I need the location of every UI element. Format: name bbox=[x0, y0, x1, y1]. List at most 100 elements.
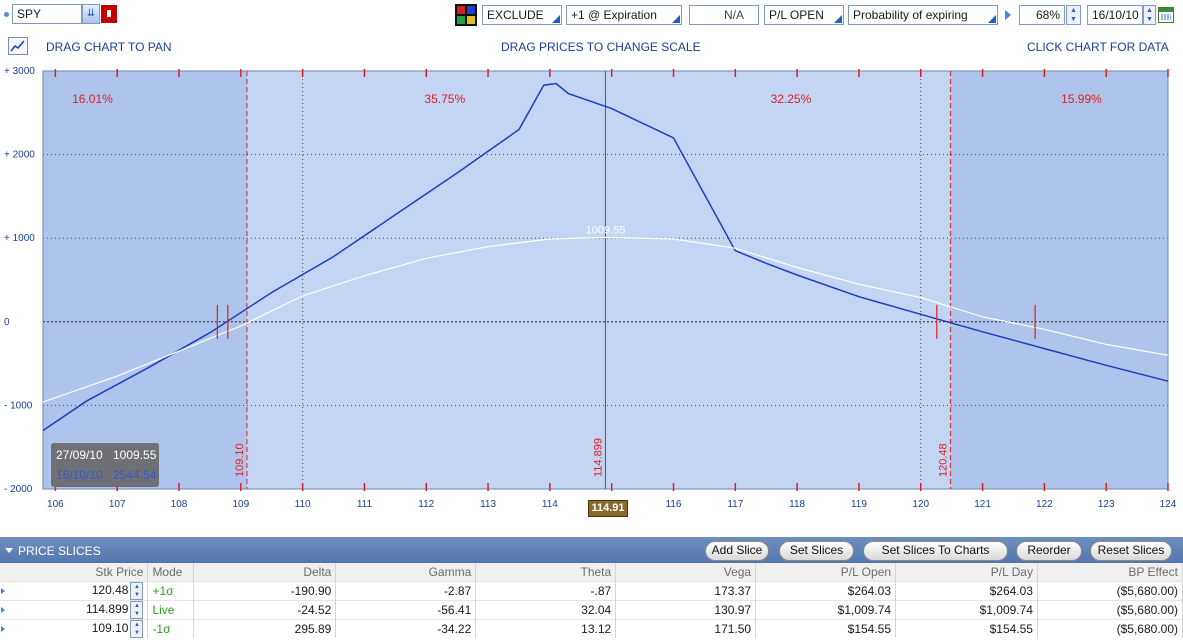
row-expand-icon[interactable] bbox=[1, 607, 5, 613]
play-arrow-icon[interactable] bbox=[1005, 10, 1011, 20]
table-row[interactable]: 109.10 ▲ ▼ -1σ 295.89 -34.22 13.12 171.50 $154.5… bbox=[0, 619, 1183, 638]
price-slices-title: PRICE SLICES bbox=[18, 544, 101, 558]
stk-price-value[interactable]: 114.899 bbox=[86, 602, 129, 616]
price-stepper[interactable]: ▲ ▼ bbox=[130, 582, 144, 600]
x-tick-label: 107 bbox=[109, 499, 126, 510]
x-tick-label: 111 bbox=[357, 499, 373, 510]
probability-dropdown[interactable]: Probability of expiring bbox=[848, 5, 998, 25]
col-header: P/L Day bbox=[895, 563, 1038, 582]
date-stepper[interactable]: ▲ ▼ bbox=[1143, 5, 1156, 25]
zone-percent-label: 32.25% bbox=[771, 92, 812, 106]
chart-type-icon[interactable] bbox=[8, 37, 28, 55]
chart-tooltip: 27/09/10 1009.55 16/10/10 2544.54 bbox=[51, 443, 159, 487]
x-tick-label: 108 bbox=[171, 499, 188, 510]
stk-price-cell[interactable]: 109.10 ▲ ▼ bbox=[0, 619, 149, 638]
x-tick-label: 114 bbox=[542, 499, 558, 510]
table-row[interactable]: 114.899 ▲ ▼ Live -24.52 -56.41 32.04 130.97 $1,0… bbox=[0, 600, 1183, 620]
reorder-button[interactable]: Reorder bbox=[1016, 541, 1082, 561]
table-row[interactable]: 120.48 ▲ ▼ +1σ -190.90 -2.87 -.87 173.37 $264.03… bbox=[0, 581, 1183, 601]
stk-price-cell[interactable]: 114.899 ▲ ▼ bbox=[0, 600, 149, 620]
table-cell: Live bbox=[147, 600, 195, 620]
table-cell: ($5,680.00) bbox=[1037, 581, 1183, 601]
x-tick-label: 119 bbox=[851, 499, 867, 510]
x-tick-label: 116 bbox=[666, 499, 682, 510]
col-header: Delta bbox=[193, 563, 337, 582]
expiration-dropdown[interactable]: +1 @ Expiration bbox=[566, 5, 682, 25]
table-cell: -.87 bbox=[475, 581, 617, 601]
percent-input[interactable]: 68% bbox=[1019, 5, 1065, 25]
zone-percent-label: 35.75% bbox=[424, 92, 465, 106]
x-tick-label: 109 bbox=[232, 499, 249, 510]
table-cell: +1σ bbox=[147, 581, 195, 601]
dropdown-arrow-icon bbox=[988, 15, 996, 23]
table-cell: $264.03 bbox=[755, 581, 897, 601]
table-cell: 171.50 bbox=[615, 619, 757, 638]
table-cell: 295.89 bbox=[193, 619, 337, 638]
row-expand-icon[interactable] bbox=[1, 588, 5, 594]
symbol-dropdown-button[interactable]: ⇊ bbox=[82, 4, 100, 24]
x-tick-label: 113 bbox=[480, 499, 496, 510]
x-tick-label: 117 bbox=[727, 499, 743, 510]
stk-price-value[interactable]: 120.48 bbox=[92, 583, 129, 597]
row-expand-icon[interactable] bbox=[1, 626, 5, 632]
price-stepper[interactable]: ▲ ▼ bbox=[130, 601, 144, 619]
dropdown-arrow-icon bbox=[834, 15, 842, 23]
table-cell: ($5,680.00) bbox=[1037, 619, 1183, 638]
price-stepper[interactable]: ▲ ▼ bbox=[130, 620, 144, 638]
x-tick-label: 124 bbox=[1160, 499, 1177, 510]
x-tick-label: 110 bbox=[295, 499, 311, 510]
calendar-icon[interactable] bbox=[1158, 7, 1174, 23]
table-cell: -190.90 bbox=[193, 581, 337, 601]
y-tick-label: + 1000 bbox=[4, 233, 35, 244]
col-header: P/L Open bbox=[755, 563, 897, 582]
risk-graph[interactable]: 1061071081091101111121131141151161171181… bbox=[0, 66, 1183, 516]
col-header: Mode bbox=[147, 563, 195, 582]
stk-price-cell[interactable]: 120.48 ▲ ▼ bbox=[0, 581, 149, 601]
col-header: Gamma bbox=[335, 563, 477, 582]
set-slices-button[interactable]: Set Slices bbox=[779, 541, 854, 561]
alert-icon[interactable] bbox=[101, 5, 117, 23]
table-cell: 32.04 bbox=[475, 600, 617, 620]
add-slice-button[interactable]: Add Slice bbox=[705, 541, 769, 561]
radio-dot[interactable] bbox=[4, 12, 9, 17]
price-marker-label: 114.899 bbox=[592, 438, 604, 477]
y-tick-label: + 3000 bbox=[4, 66, 35, 77]
date-input[interactable]: 16/10/10 bbox=[1087, 5, 1143, 25]
tooltip-value: 1009.55 bbox=[113, 448, 157, 462]
pl-mode-dropdown[interactable]: P/L OPEN bbox=[764, 5, 844, 25]
zone-percent-label: 15.99% bbox=[1061, 92, 1102, 106]
price-slices-table: Stk Price Mode Delta Gamma Theta Vega P/… bbox=[0, 563, 1183, 638]
table-cell: $264.03 bbox=[895, 581, 1038, 601]
table-cell: 173.37 bbox=[615, 581, 757, 601]
zone-percent-label: 16.01% bbox=[72, 92, 113, 106]
col-header: Theta bbox=[475, 563, 617, 582]
y-tick-label: + 2000 bbox=[4, 150, 35, 161]
price-marker-label: 109.10 bbox=[234, 443, 246, 477]
table-cell: $1,009.74 bbox=[895, 600, 1038, 620]
table-cell: 130.97 bbox=[615, 600, 757, 620]
table-cell: -24.52 bbox=[193, 600, 337, 620]
col-header: Vega bbox=[615, 563, 757, 582]
symbol-input[interactable]: SPY bbox=[12, 4, 82, 24]
grid-color-icon[interactable] bbox=[455, 4, 477, 26]
col-header: Stk Price bbox=[0, 563, 149, 582]
exclude-dropdown[interactable]: EXCLUDE bbox=[482, 5, 562, 25]
x-tick-label: 118 bbox=[789, 499, 805, 510]
table-header-row: Stk Price Mode Delta Gamma Theta Vega P/… bbox=[0, 563, 1183, 582]
x-tick-label: 122 bbox=[1036, 499, 1053, 510]
tooltip-value: 2544.54 bbox=[113, 468, 157, 482]
scale-hint: DRAG PRICES TO CHANGE SCALE bbox=[501, 40, 701, 54]
table-cell: $154.55 bbox=[755, 619, 897, 638]
current-price-badge[interactable]: 114.91 bbox=[588, 500, 628, 517]
data-hint: CLICK CHART FOR DATA bbox=[1027, 40, 1169, 54]
stk-price-value[interactable]: 109.10 bbox=[92, 621, 129, 635]
x-tick-label: 121 bbox=[974, 499, 991, 510]
table-cell: -2.87 bbox=[335, 581, 477, 601]
reset-slices-button[interactable]: Reset Slices bbox=[1090, 541, 1172, 561]
pan-hint: DRAG CHART TO PAN bbox=[46, 40, 172, 54]
collapse-arrow-icon[interactable] bbox=[5, 548, 13, 553]
percent-stepper[interactable]: ▲ ▼ bbox=[1066, 5, 1081, 25]
table-cell: $1,009.74 bbox=[755, 600, 897, 620]
y-tick-label: 0 bbox=[4, 317, 10, 328]
set-slices-to-charts-button[interactable]: Set Slices To Charts bbox=[863, 541, 1008, 561]
